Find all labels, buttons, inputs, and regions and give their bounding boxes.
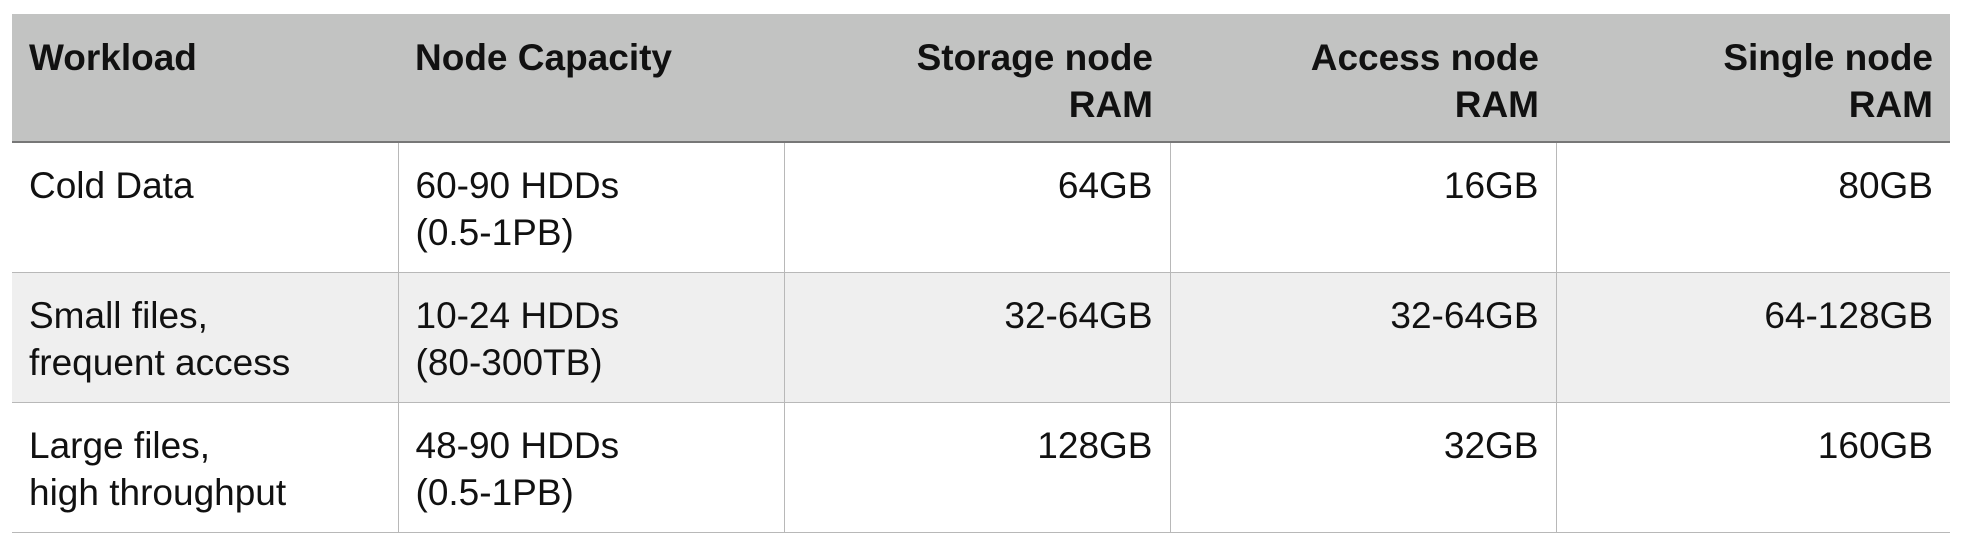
header-storage-node-ram: Storage node RAM [784,14,1170,143]
cell-node-capacity: 60-90 HDDs (0.5-1PB) [397,142,784,273]
cell-access-node-ram: 32GB [1169,402,1556,533]
header-single-node-ram: Single node RAM [1556,14,1950,143]
cell-workload: Cold Data [12,142,398,273]
cell-workload: Large files, high throughput [12,402,398,533]
header-row: Workload Node Capacity Storage node RAM … [12,14,1950,143]
cell-node-capacity: 48-90 HDDs (0.5-1PB) [397,402,784,533]
cell-storage-node-ram: 128GB [783,402,1170,533]
cell-single-node-ram: 64-128GB [1555,272,1950,403]
cell-access-node-ram: 32-64GB [1169,272,1556,403]
ram-requirements-table-container: Workload Node Capacity Storage node RAM … [12,14,1950,533]
table-body: Cold Data 60-90 HDDs (0.5-1PB) 64GB 16GB… [12,142,1950,533]
header-access-node-ram: Access node RAM [1170,14,1556,143]
table-header: Workload Node Capacity Storage node RAM … [12,14,1950,143]
cell-node-capacity: 10-24 HDDs (80-300TB) [397,272,784,403]
cell-single-node-ram: 80GB [1555,142,1950,273]
cell-storage-node-ram: 64GB [783,142,1170,273]
ram-requirements-table: Workload Node Capacity Storage node RAM … [12,14,1950,533]
cell-workload: Small files, frequent access [12,272,398,403]
header-node-capacity: Node Capacity [398,14,784,143]
table-row: Cold Data 60-90 HDDs (0.5-1PB) 64GB 16GB… [12,142,1950,273]
header-workload: Workload [12,14,398,143]
table-row: Large files, high throughput 48-90 HDDs … [12,402,1950,533]
cell-storage-node-ram: 32-64GB [783,272,1170,403]
table-row: Small files, frequent access 10-24 HDDs … [12,272,1950,403]
cell-access-node-ram: 16GB [1169,142,1556,273]
cell-single-node-ram: 160GB [1555,402,1950,533]
